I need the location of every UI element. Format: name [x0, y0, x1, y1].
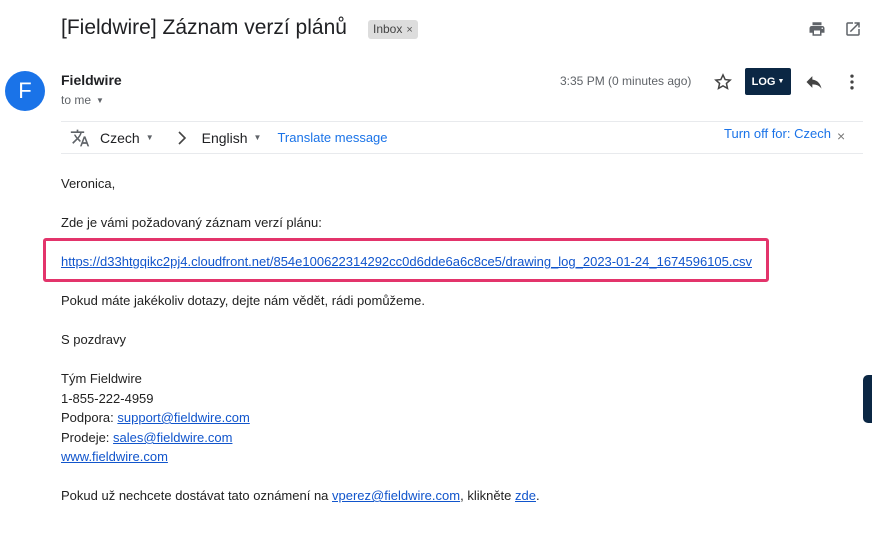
- phone-number: 1-855-222-4959: [61, 391, 154, 406]
- log-dropdown-icon: ▼: [777, 78, 785, 85]
- support-email-link[interactable]: support@fieldwire.com: [117, 410, 249, 425]
- recipient-details[interactable]: to me ▼: [61, 93, 104, 107]
- translate-message-link[interactable]: Translate message: [277, 130, 387, 145]
- open-in-new-window-icon[interactable]: [841, 17, 865, 41]
- email-subject: [Fieldwire] Záznam verzí plánů: [61, 16, 347, 39]
- recipient-text: to me: [61, 93, 92, 107]
- sales-email-link[interactable]: sales@fieldwire.com: [113, 430, 232, 445]
- support-label: Podpora:: [61, 410, 118, 425]
- greeting: Veronica,: [61, 176, 116, 191]
- source-language-select[interactable]: Czech ▼: [100, 130, 154, 146]
- close-translate-bar-icon[interactable]: ×: [837, 128, 845, 144]
- message-time: 3:35 PM (0 minutes ago): [560, 74, 692, 88]
- target-language-select[interactable]: English ▼: [202, 130, 262, 146]
- source-language-label: Czech: [100, 129, 140, 146]
- chevron-right-icon: [176, 130, 188, 145]
- support-line: Podpora: support@fieldwire.com: [61, 410, 250, 425]
- translate-icon: [70, 128, 90, 148]
- unsubscribe-email-link[interactable]: vperez@fieldwire.com: [332, 488, 460, 503]
- target-language-label: English: [201, 129, 248, 146]
- source-language-caret-icon: ▼: [145, 133, 154, 142]
- print-icon[interactable]: [805, 17, 829, 41]
- sender-avatar[interactable]: F: [5, 71, 45, 111]
- unsubscribe-prefix: Pokud už nechcete dostávat tato oznámení…: [61, 488, 333, 503]
- recipient-dropdown-icon[interactable]: ▼: [96, 96, 104, 105]
- target-language-caret-icon: ▼: [253, 133, 262, 142]
- drawing-log-link[interactable]: https://d33htgqikc2pj4.cloudfront.net/85…: [61, 254, 752, 269]
- reply-icon[interactable]: [802, 70, 826, 94]
- sales-label: Prodeje:: [61, 430, 114, 445]
- side-panel-toggle[interactable]: [863, 375, 872, 423]
- regards-text: S pozdravy: [61, 332, 127, 347]
- unsubscribe-line: Pokud už nechcete dostávat tato oznámení…: [61, 488, 540, 503]
- remove-label-icon[interactable]: ×: [406, 24, 412, 36]
- inbox-label-chip[interactable]: Inbox ×: [368, 20, 418, 39]
- log-button[interactable]: LOG ▼: [745, 68, 791, 95]
- more-vert-icon[interactable]: [840, 70, 864, 94]
- unsubscribe-middle: , klikněte: [460, 488, 516, 503]
- star-icon[interactable]: [711, 70, 735, 94]
- unsubscribe-suffix: .: [535, 488, 540, 503]
- unsubscribe-here-link[interactable]: zde: [515, 488, 536, 503]
- log-button-label: LOG: [751, 75, 776, 88]
- turn-off-translation-link[interactable]: Turn off for: Czech: [724, 126, 831, 141]
- sales-line: Prodeje: sales@fieldwire.com: [61, 430, 232, 445]
- team-name: Tým Fieldwire: [61, 371, 142, 386]
- website-link[interactable]: www.fieldwire.com: [61, 449, 168, 464]
- sender-name[interactable]: Fieldwire: [61, 72, 122, 88]
- questions-text: Pokud máte jakékoliv dotazy, dejte nám v…: [61, 293, 425, 308]
- intro-text: Zde je vámi požadovaný záznam verzí plán…: [61, 215, 322, 230]
- inbox-label-text: Inbox: [373, 22, 403, 36]
